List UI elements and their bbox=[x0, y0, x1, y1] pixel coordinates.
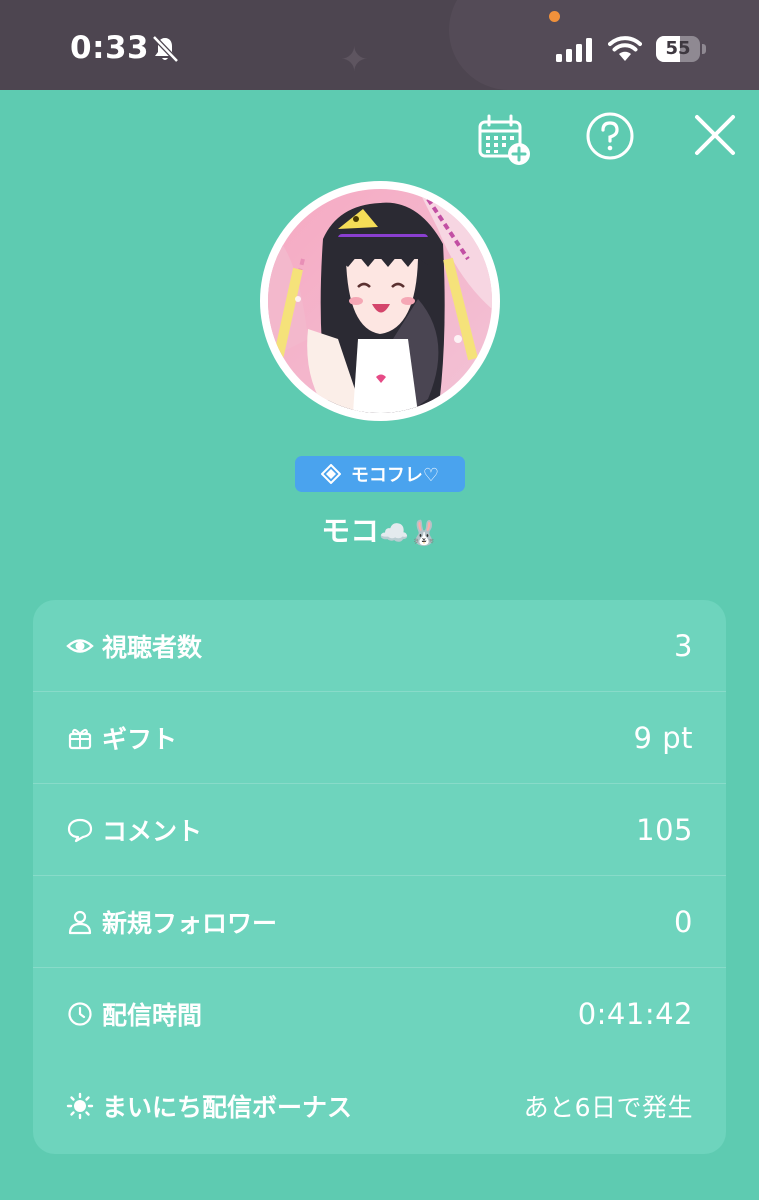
stat-label: 新規フォロワー bbox=[102, 909, 278, 938]
username: モコ☁️🐰 bbox=[230, 508, 530, 550]
stat-value: 0 bbox=[674, 905, 693, 939]
wifi-icon bbox=[608, 36, 642, 61]
battery-level-text: 55 bbox=[665, 38, 691, 59]
stream-stats-card: 視聴者数 3 ギフト 9 pt コメント 105 新規フォロワー 0 配信時間 … bbox=[33, 600, 726, 1154]
stat-value: 0:41:42 bbox=[577, 997, 693, 1031]
close-icon[interactable] bbox=[688, 110, 748, 170]
avatar-image bbox=[268, 189, 492, 413]
stat-row-stream-time: 配信時間 0:41:42 bbox=[33, 968, 726, 1060]
username-text: モコ bbox=[321, 514, 380, 548]
comment-icon bbox=[67, 818, 93, 843]
battery-icon: 55 bbox=[656, 36, 706, 62]
diamond-icon bbox=[320, 464, 341, 484]
signal-icon bbox=[556, 38, 592, 62]
stat-label-group: コメント bbox=[66, 812, 202, 848]
fan-club-badge[interactable]: モコフレ♡ bbox=[295, 456, 465, 492]
battery-cap bbox=[702, 44, 706, 54]
stat-label-group: ギフト bbox=[66, 720, 177, 756]
stat-value: あと6日で発生 bbox=[523, 1093, 693, 1122]
bell-off-icon bbox=[152, 35, 179, 63]
stat-label: まいにち配信ボーナス bbox=[102, 1093, 353, 1122]
stat-row-comments: コメント 105 bbox=[33, 784, 726, 876]
avatar bbox=[260, 181, 500, 421]
eye-icon bbox=[66, 639, 94, 653]
badge-label: モコフレ♡ bbox=[350, 465, 440, 486]
stat-label-group: 新規フォロワー bbox=[66, 904, 277, 940]
calendar-add-icon[interactable] bbox=[474, 110, 534, 170]
gift-icon bbox=[68, 728, 92, 750]
status-bar: ✦ 0:33 55 bbox=[0, 0, 759, 90]
stat-value: 105 bbox=[636, 813, 693, 847]
clock-icon bbox=[68, 1002, 92, 1026]
stat-label: 視聴者数 bbox=[102, 633, 203, 662]
status-time: 0:33 bbox=[70, 30, 150, 66]
sparkle-icon: ✦ bbox=[340, 40, 369, 80]
stat-row-new-followers: 新規フォロワー 0 bbox=[33, 876, 726, 968]
stat-label: 配信時間 bbox=[102, 1001, 203, 1030]
stat-label-group: 配信時間 bbox=[66, 996, 202, 1032]
username-emoji: ☁️🐰 bbox=[379, 519, 439, 547]
user-icon bbox=[68, 910, 92, 935]
stat-row-gift: ギフト 9 pt bbox=[33, 692, 726, 784]
status-bar-decoration bbox=[449, 0, 759, 90]
privacy-indicator-dot bbox=[549, 11, 560, 22]
stat-value: 9 pt bbox=[633, 721, 693, 755]
stat-label: ギフト bbox=[102, 725, 178, 754]
help-icon[interactable] bbox=[580, 110, 640, 170]
stat-label-group: まいにち配信ボーナス bbox=[66, 1088, 352, 1124]
stat-row-viewers: 視聴者数 3 bbox=[33, 600, 726, 692]
stat-value: 3 bbox=[674, 629, 693, 663]
stat-label: コメント bbox=[102, 817, 203, 846]
sun-icon bbox=[66, 1092, 94, 1120]
stat-label-group: 視聴者数 bbox=[66, 628, 202, 664]
battery-body: 55 bbox=[656, 36, 700, 62]
stat-row-daily-bonus: まいにち配信ボーナス あと6日で発生 bbox=[33, 1060, 726, 1152]
